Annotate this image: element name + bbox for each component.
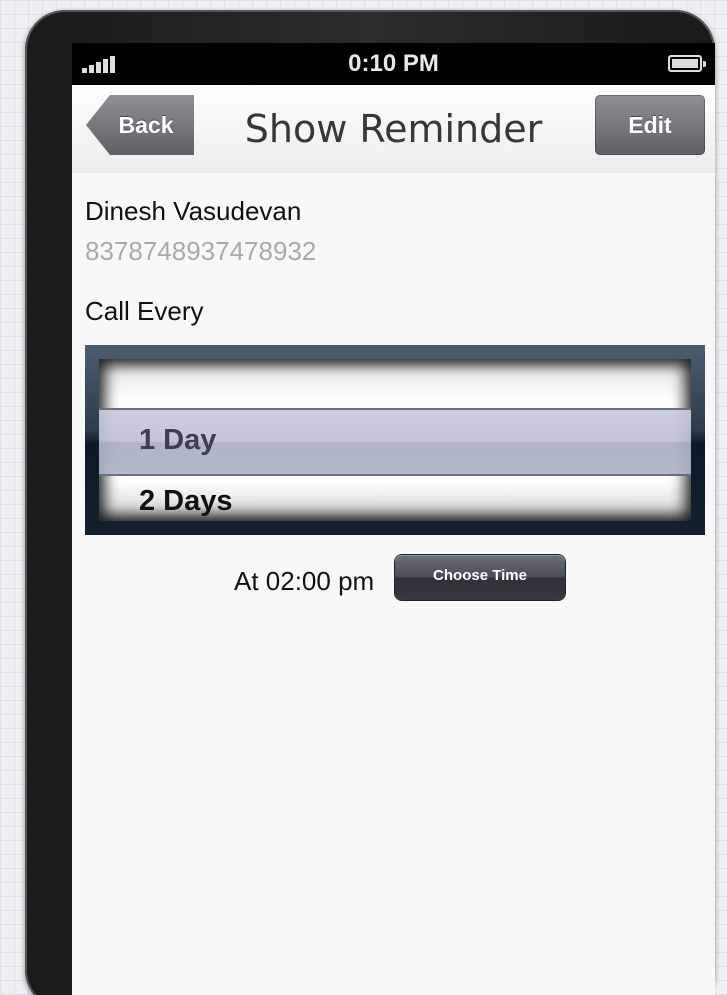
- status-bar: 0:10 PM: [72, 43, 715, 85]
- interval-picker[interactable]: 2 Days 1 Day: [85, 345, 705, 535]
- navigation-bar: Back Show Reminder Edit: [72, 85, 715, 173]
- contact-phone: 8378748937478932: [85, 236, 317, 266]
- call-every-label: Call Every: [85, 296, 204, 326]
- app-screen: 0:10 PM Back Show Reminder Edit Dinesh V…: [72, 43, 715, 995]
- picker-option-2-days[interactable]: 2 Days: [139, 485, 233, 518]
- time-row: At 02:00 pm Choose Time: [72, 555, 715, 601]
- status-time: 0:10 PM: [348, 50, 439, 77]
- reminder-time-label: At 02:00 pm: [234, 566, 375, 596]
- contact-name: Dinesh Vasudevan: [85, 196, 302, 226]
- choose-time-button[interactable]: Choose Time: [395, 555, 565, 600]
- phone-frame: 0:10 PM Back Show Reminder Edit Dinesh V…: [25, 10, 715, 995]
- picker-selection-bar[interactable]: 1 Day: [99, 408, 691, 476]
- edit-button[interactable]: Edit: [595, 95, 705, 155]
- battery-icon: [668, 55, 706, 72]
- picker-option-1-day[interactable]: 1 Day: [139, 424, 216, 457]
